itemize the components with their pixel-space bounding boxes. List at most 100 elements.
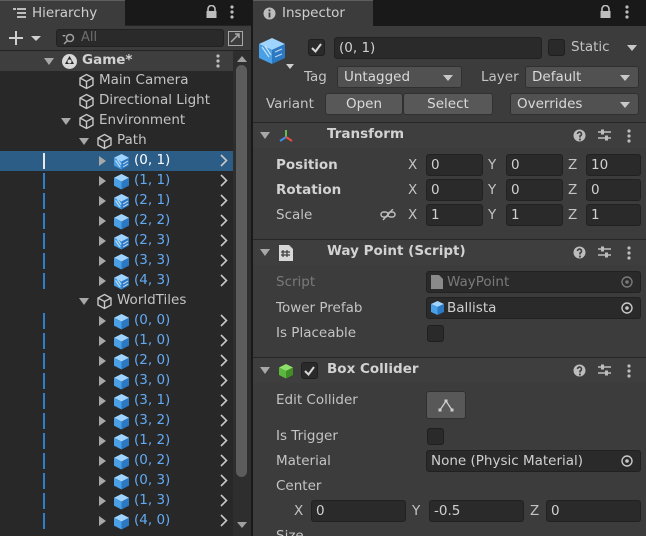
rotation-x-field[interactable]: 0 bbox=[426, 179, 483, 201]
hierarchy-row[interactable]: (4, 0) bbox=[0, 511, 233, 531]
hierarchy-row[interactable]: (0, 2) bbox=[0, 451, 233, 471]
scene-visibility-icon[interactable] bbox=[228, 31, 243, 46]
presets-icon[interactable] bbox=[598, 246, 611, 259]
scroll-down-icon[interactable] bbox=[237, 522, 247, 529]
hierarchy-row[interactable]: (0, 0) bbox=[0, 311, 233, 331]
hierarchy-row[interactable]: (2, 0) bbox=[0, 351, 233, 371]
fold-arrow-icon[interactable] bbox=[260, 132, 270, 139]
hierarchy-row[interactable]: Path bbox=[0, 131, 233, 151]
chevron-right-icon[interactable] bbox=[220, 374, 228, 387]
overrides-dropdown[interactable]: Overrides bbox=[510, 93, 639, 115]
tab-hierarchy[interactable]: Hierarchy bbox=[0, 0, 125, 26]
expand-arrow-icon[interactable] bbox=[99, 316, 106, 326]
chevron-right-icon[interactable] bbox=[220, 154, 228, 167]
chevron-right-icon[interactable] bbox=[220, 454, 228, 467]
kebab-menu-icon[interactable] bbox=[216, 54, 220, 68]
transform-header[interactable]: Transform bbox=[253, 122, 646, 148]
help-icon[interactable] bbox=[573, 129, 586, 142]
prefab-cube-icon[interactable] bbox=[259, 36, 297, 72]
tower-prefab-field[interactable]: Ballista bbox=[426, 297, 641, 319]
fold-arrow-icon[interactable] bbox=[44, 58, 54, 65]
lock-icon[interactable] bbox=[206, 5, 217, 19]
link-icon[interactable] bbox=[380, 209, 396, 221]
edit-collider-button[interactable] bbox=[426, 391, 466, 419]
chevron-right-icon[interactable] bbox=[220, 234, 228, 247]
is-placeable-checkbox[interactable] bbox=[427, 325, 444, 342]
hierarchy-scrollbar[interactable] bbox=[233, 51, 251, 536]
hierarchy-row[interactable]: (3, 1) bbox=[0, 391, 233, 411]
lock-icon[interactable] bbox=[600, 5, 611, 19]
presets-icon[interactable] bbox=[598, 129, 611, 142]
material-field[interactable]: None (Physic Material) bbox=[426, 450, 641, 472]
add-button[interactable] bbox=[9, 29, 45, 47]
hierarchy-row[interactable]: (2, 1) bbox=[0, 191, 233, 211]
expand-arrow-icon[interactable] bbox=[99, 396, 106, 406]
rotation-y-field[interactable]: 0 bbox=[506, 179, 563, 201]
object-picker-icon[interactable] bbox=[621, 302, 633, 314]
expand-arrow-icon[interactable] bbox=[99, 416, 106, 426]
hierarchy-row[interactable]: (1, 2) bbox=[0, 431, 233, 451]
hierarchy-row[interactable]: Main Camera bbox=[0, 71, 233, 91]
hierarchy-row[interactable]: WorldTiles bbox=[0, 291, 233, 311]
expand-arrow-icon[interactable] bbox=[99, 456, 106, 466]
is-trigger-checkbox[interactable] bbox=[427, 428, 444, 445]
tag-dropdown[interactable]: Untagged bbox=[337, 66, 462, 88]
expand-arrow-icon[interactable] bbox=[99, 436, 106, 446]
fold-arrow-icon[interactable] bbox=[260, 249, 270, 256]
scale-y-field[interactable]: 1 bbox=[506, 204, 563, 226]
kebab-menu-icon[interactable] bbox=[627, 364, 631, 378]
rotation-z-field[interactable]: 0 bbox=[586, 179, 641, 201]
hierarchy-row[interactable]: Environment bbox=[0, 111, 233, 131]
tab-inspector[interactable]: Inspector bbox=[253, 0, 373, 26]
hierarchy-row[interactable]: (1, 3) bbox=[0, 491, 233, 511]
chevron-right-icon[interactable] bbox=[220, 214, 228, 227]
object-picker-icon[interactable] bbox=[621, 455, 633, 467]
static-checkbox[interactable] bbox=[548, 39, 565, 56]
expand-arrow-icon[interactable] bbox=[99, 176, 106, 186]
boxcollider-enabled-checkbox[interactable] bbox=[301, 362, 318, 379]
chevron-right-icon[interactable] bbox=[220, 194, 228, 207]
scroll-up-icon[interactable] bbox=[237, 55, 247, 62]
chevron-right-icon[interactable] bbox=[220, 354, 228, 367]
chevron-right-icon[interactable] bbox=[220, 334, 228, 347]
hierarchy-row[interactable]: (0, 1) bbox=[0, 151, 233, 171]
position-y-field[interactable]: 0 bbox=[506, 154, 563, 176]
active-checkbox[interactable] bbox=[308, 39, 325, 56]
open-button[interactable]: Open bbox=[325, 93, 403, 115]
chevron-right-icon[interactable] bbox=[220, 414, 228, 427]
kebab-menu-icon[interactable] bbox=[627, 129, 631, 143]
chevron-right-icon[interactable] bbox=[220, 474, 228, 487]
position-z-field[interactable]: 10 bbox=[586, 154, 641, 176]
search-input[interactable]: All bbox=[56, 29, 224, 47]
position-x-field[interactable]: 0 bbox=[426, 154, 483, 176]
kebab-menu-icon[interactable] bbox=[627, 246, 631, 260]
expand-arrow-icon[interactable] bbox=[99, 196, 106, 206]
scrollbar-thumb[interactable] bbox=[236, 65, 247, 477]
chevron-right-icon[interactable] bbox=[220, 514, 228, 527]
expand-arrow-icon[interactable] bbox=[99, 516, 106, 526]
hierarchy-row[interactable]: (2, 2) bbox=[0, 211, 233, 231]
expand-arrow-icon[interactable] bbox=[99, 216, 106, 226]
hierarchy-row[interactable]: (2, 3) bbox=[0, 231, 233, 251]
hierarchy-row[interactable]: (3, 3) bbox=[0, 251, 233, 271]
hierarchy-row[interactable]: Directional Light bbox=[0, 91, 233, 111]
hierarchy-row[interactable]: (4, 3) bbox=[0, 271, 233, 291]
presets-icon[interactable] bbox=[598, 364, 611, 377]
layer-dropdown[interactable]: Default bbox=[525, 66, 639, 88]
select-button[interactable]: Select bbox=[403, 93, 493, 115]
help-icon[interactable] bbox=[573, 364, 586, 377]
fold-arrow-icon[interactable] bbox=[79, 298, 89, 305]
chevron-right-icon[interactable] bbox=[220, 314, 228, 327]
chevron-right-icon[interactable] bbox=[220, 494, 228, 507]
expand-arrow-icon[interactable] bbox=[99, 256, 106, 266]
expand-arrow-icon[interactable] bbox=[99, 496, 106, 506]
scale-z-field[interactable]: 1 bbox=[586, 204, 641, 226]
boxcollider-header[interactable]: Box Collider bbox=[253, 357, 646, 383]
expand-arrow-icon[interactable] bbox=[99, 156, 106, 166]
hierarchy-row[interactable]: (3, 2) bbox=[0, 411, 233, 431]
center-z-field[interactable]: 0 bbox=[546, 500, 641, 522]
expand-arrow-icon[interactable] bbox=[99, 356, 106, 366]
fold-arrow-icon[interactable] bbox=[260, 367, 270, 374]
help-icon[interactable] bbox=[573, 246, 586, 259]
expand-arrow-icon[interactable] bbox=[99, 236, 106, 246]
